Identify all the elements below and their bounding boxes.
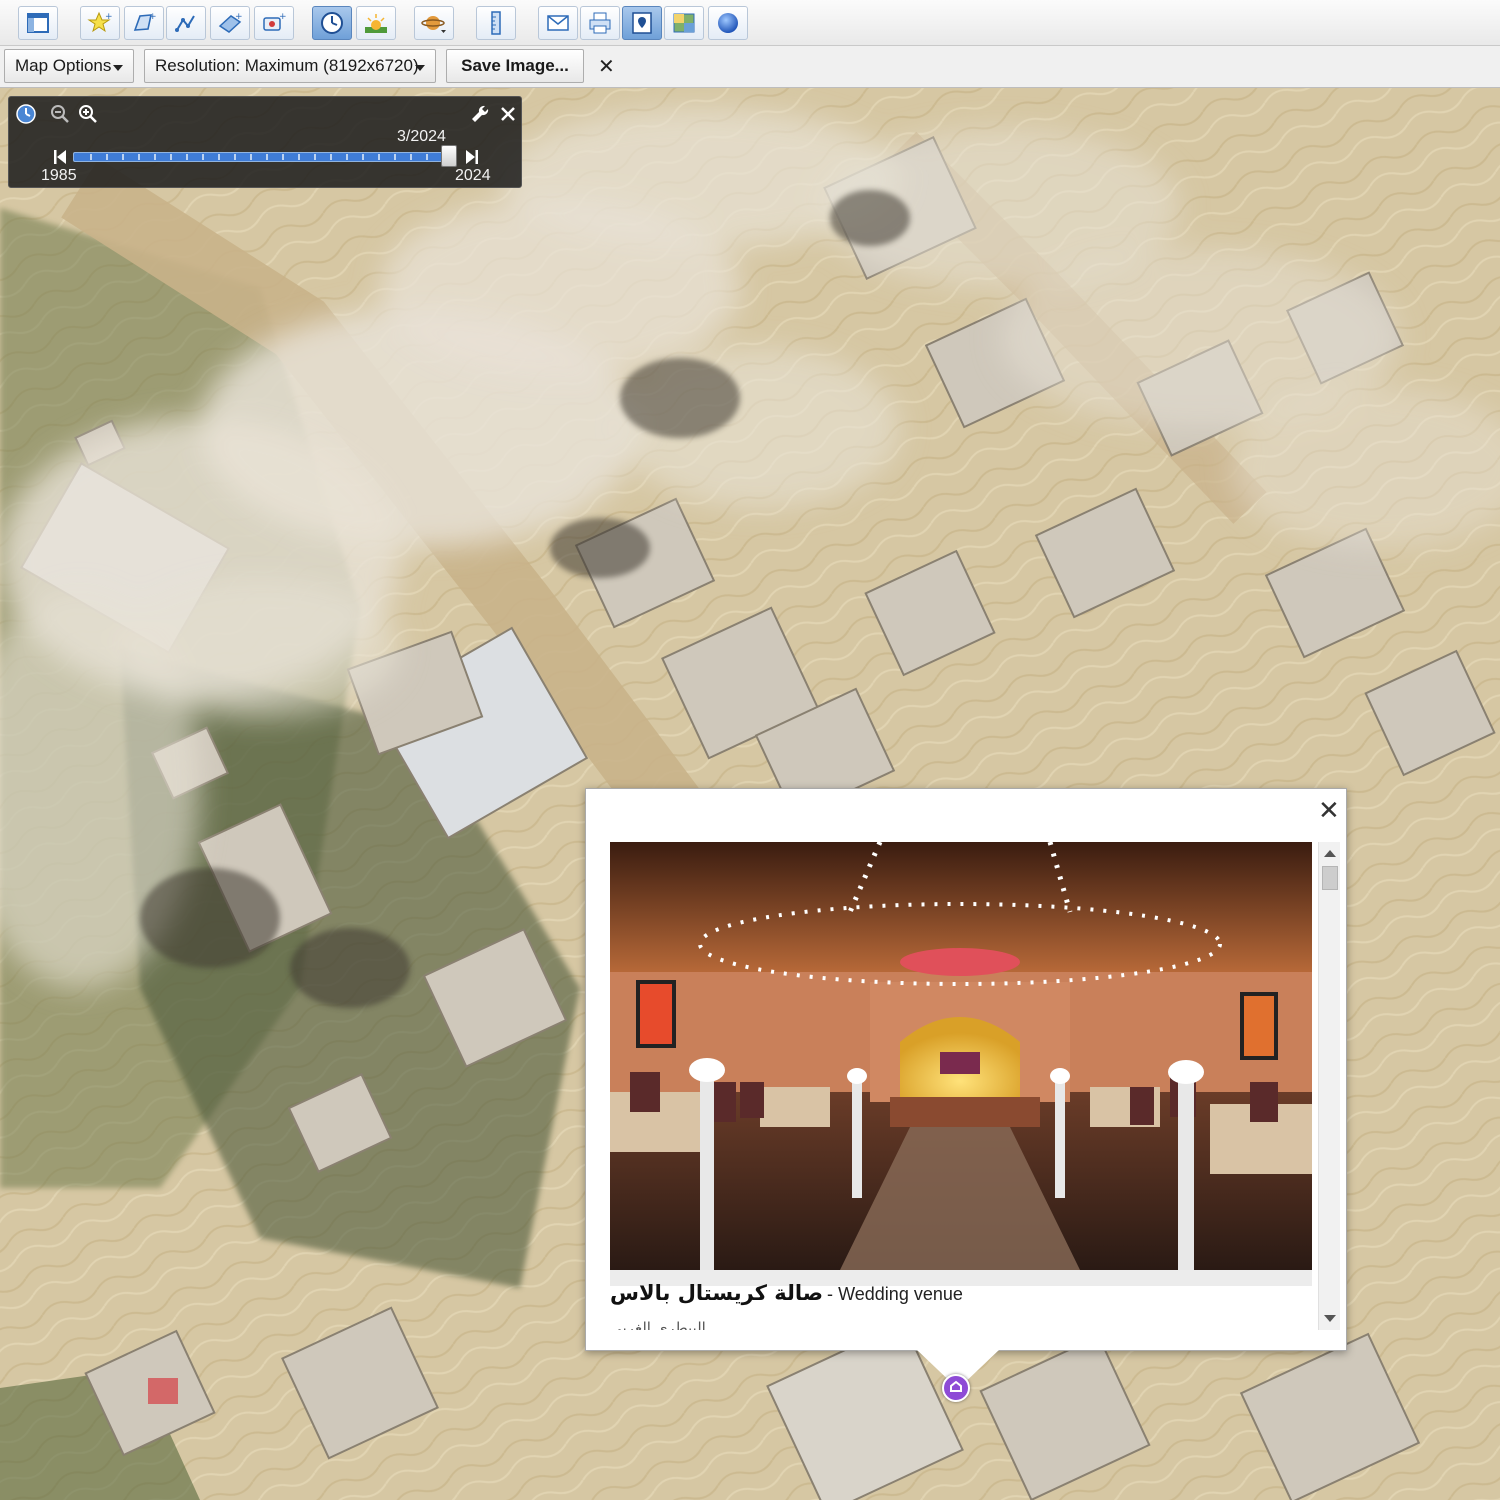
place-marker-icon[interactable]	[942, 1374, 970, 1402]
sidebar-toggle-button[interactable]	[18, 6, 58, 40]
end-year-label: 2024	[455, 167, 491, 184]
add-polygon-icon: +	[133, 12, 157, 31]
close-icon[interactable]: ✕	[1318, 796, 1340, 826]
save-image-button[interactable]: Save Image...	[446, 49, 584, 83]
venue-photo[interactable]	[610, 842, 1312, 1270]
time-slider-tick	[122, 154, 124, 160]
add-image-overlay-icon: +	[218, 12, 243, 33]
time-slider-tick	[202, 154, 204, 160]
venue-category: Wedding venue	[838, 1284, 963, 1304]
svg-text:+: +	[279, 12, 287, 22]
add-polygon-button[interactable]: +	[124, 6, 164, 40]
time-slider-tick	[106, 154, 108, 160]
venue-address: البيطري الغربي	[610, 1319, 706, 1330]
scrollbar-thumb[interactable]	[1322, 866, 1338, 890]
record-tour-button[interactable]: +	[254, 6, 294, 40]
venue-pin-icon	[950, 1380, 962, 1392]
current-date-label: 3/2024	[397, 128, 446, 145]
sidebar-icon	[27, 13, 49, 33]
save-image-toolbar-button[interactable]	[622, 6, 662, 40]
chevron-down-icon	[113, 65, 123, 71]
time-slider-tick	[138, 154, 140, 160]
time-slider-tick	[186, 154, 188, 160]
venue-separator: -	[827, 1284, 834, 1304]
email-button[interactable]	[538, 6, 578, 40]
add-placemark-button[interactable]: +	[80, 6, 120, 40]
time-slider-track[interactable]	[73, 152, 451, 162]
sunlight-button[interactable]	[356, 6, 396, 40]
svg-text:+: +	[235, 12, 243, 22]
map-options-label: Map Options	[15, 56, 112, 75]
add-image-overlay-button[interactable]: +	[210, 6, 250, 40]
zoom-out-icon[interactable]	[49, 103, 71, 125]
time-slider-tick	[394, 154, 396, 160]
time-slider-tick	[362, 154, 364, 160]
add-placemark-icon: +	[87, 11, 113, 33]
svg-text:+: +	[105, 12, 113, 22]
historical-imagery-button[interactable]	[312, 6, 352, 40]
time-slider-tick	[250, 154, 252, 160]
earth-button[interactable]	[708, 6, 748, 40]
resolution-label: Resolution: Maximum (8192x6720)	[155, 56, 419, 75]
sunlight-icon	[365, 14, 387, 33]
chevron-down-icon	[415, 65, 425, 71]
time-slider-tick	[410, 154, 412, 160]
time-slider-tick	[282, 154, 284, 160]
time-slider-tick	[234, 154, 236, 160]
view-in-maps-icon	[673, 13, 695, 33]
scroll-up-arrow-icon[interactable]	[1324, 850, 1336, 857]
time-slider-thumb[interactable]	[441, 145, 457, 167]
print-icon	[589, 12, 611, 34]
time-slider-tick	[218, 154, 220, 160]
time-slider-tick	[154, 154, 156, 160]
main-toolbar: + + + +	[0, 0, 1500, 46]
view-in-maps-button[interactable]	[664, 6, 704, 40]
save-image-icon	[632, 12, 652, 34]
map-options-dropdown[interactable]: Map Options	[4, 49, 134, 83]
planets-icon	[421, 16, 446, 33]
venue-name[interactable]: صالة كريستال بالاس	[610, 1281, 823, 1305]
add-path-button[interactable]	[166, 6, 206, 40]
time-slider-tick	[314, 154, 316, 160]
balloon-scrollbar[interactable]	[1318, 842, 1340, 1330]
save-image-options-bar: Map Options Resolution: Maximum (8192x67…	[0, 46, 1500, 88]
clock-icon[interactable]	[15, 103, 37, 125]
google-earth-window: + + + + Map Options Resolution: Maximum …	[0, 0, 1500, 1500]
planets-button[interactable]	[414, 6, 454, 40]
zoom-in-icon[interactable]	[77, 103, 99, 125]
time-slider-tick	[90, 154, 92, 160]
resolution-dropdown[interactable]: Resolution: Maximum (8192x6720)	[144, 49, 436, 83]
ruler-button[interactable]	[476, 6, 516, 40]
time-slider-tick	[330, 154, 332, 160]
earth-icon	[718, 13, 738, 33]
svg-text:+: +	[149, 12, 157, 22]
start-year-label: 1985	[41, 167, 77, 184]
time-slider-tick	[378, 154, 380, 160]
skip-forward-icon[interactable]	[465, 149, 479, 165]
historical-imagery-icon	[321, 12, 343, 34]
close-icon[interactable]	[497, 103, 519, 125]
time-slider-tick	[170, 154, 172, 160]
record-tour-icon: +	[263, 12, 287, 31]
skip-back-icon[interactable]	[53, 149, 67, 165]
scroll-down-arrow-icon[interactable]	[1324, 1315, 1336, 1322]
time-slider-tick	[346, 154, 348, 160]
time-slider-tick	[266, 154, 268, 160]
ruler-icon	[491, 11, 501, 35]
print-button[interactable]	[580, 6, 620, 40]
wedding-hall-image	[610, 842, 1312, 1270]
venue-title-row: صالة كريستال بالاس - Wedding venue	[610, 1281, 1310, 1311]
add-path-icon	[175, 15, 195, 32]
historical-imagery-slider-panel: 3/2024 1985 2024	[8, 96, 522, 188]
email-icon	[547, 15, 569, 31]
time-slider-tick	[298, 154, 300, 160]
time-slider-tick	[426, 154, 428, 160]
close-icon[interactable]: ✕	[598, 54, 615, 78]
wrench-icon[interactable]	[469, 103, 491, 125]
